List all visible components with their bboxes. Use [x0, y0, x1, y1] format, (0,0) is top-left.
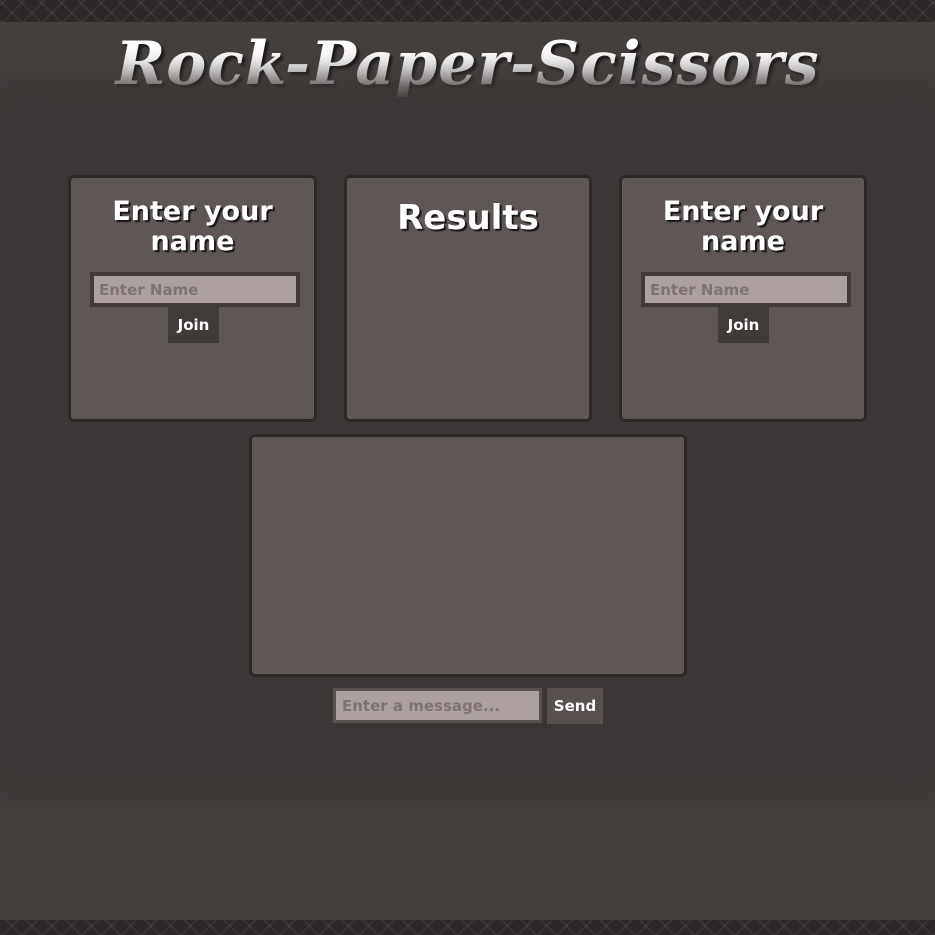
- page-title: Rock-Paper-Scissors: [115, 29, 820, 99]
- player-two-name-input[interactable]: [641, 272, 851, 307]
- player-one-card: Enter your name Join: [68, 175, 317, 422]
- player-one-heading: Enter your name: [112, 196, 273, 257]
- decorative-pattern-band-top: [0, 0, 935, 22]
- decorative-pattern-band-bottom: [0, 920, 935, 935]
- player-two-heading: Enter your name: [662, 196, 824, 257]
- player-one-join-button[interactable]: Join: [168, 307, 219, 343]
- chat-message-input[interactable]: [333, 688, 542, 723]
- player-two-card: Enter your name Join: [619, 175, 867, 422]
- chat-messages-box[interactable]: [249, 434, 687, 677]
- player-one-name-input[interactable]: [90, 272, 300, 307]
- player-two-join-button[interactable]: Join: [718, 307, 769, 343]
- results-card: Results: [344, 175, 592, 422]
- chat-send-button[interactable]: Send: [547, 688, 603, 724]
- results-heading: Results: [397, 198, 539, 238]
